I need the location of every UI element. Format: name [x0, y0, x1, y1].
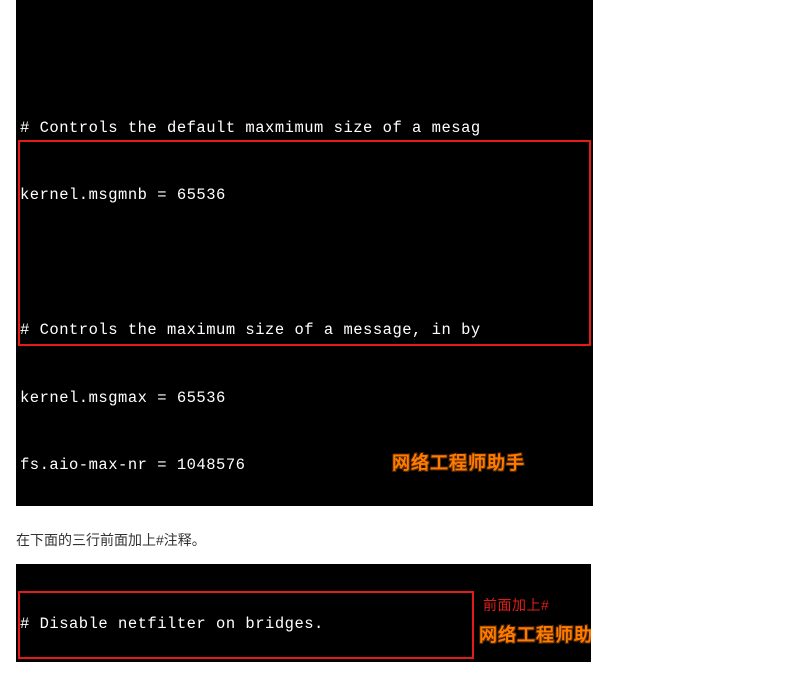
terminal-line — [16, 49, 593, 72]
terminal-line: kernel.msgmax = 65536 — [16, 387, 593, 410]
terminal-sysctl-main: # Controls the default maxmimum size of … — [16, 0, 593, 506]
watermark-text: 网络工程师助手 — [479, 624, 591, 647]
watermark-text: 网络工程师助手 — [392, 452, 525, 475]
terminal-sysctl-bridge: # Disable netfilter on bridges. #net.bri… — [16, 564, 591, 662]
annotation-text: 前面加上# — [483, 594, 549, 617]
highlight-box-commented-lines — [18, 591, 474, 659]
instruction-text: 在下面的三行前面加上#注释。 — [16, 530, 810, 550]
highlight-box-added-params — [18, 140, 591, 346]
terminal-line: # Controls the default maxmimum size of … — [16, 117, 593, 140]
